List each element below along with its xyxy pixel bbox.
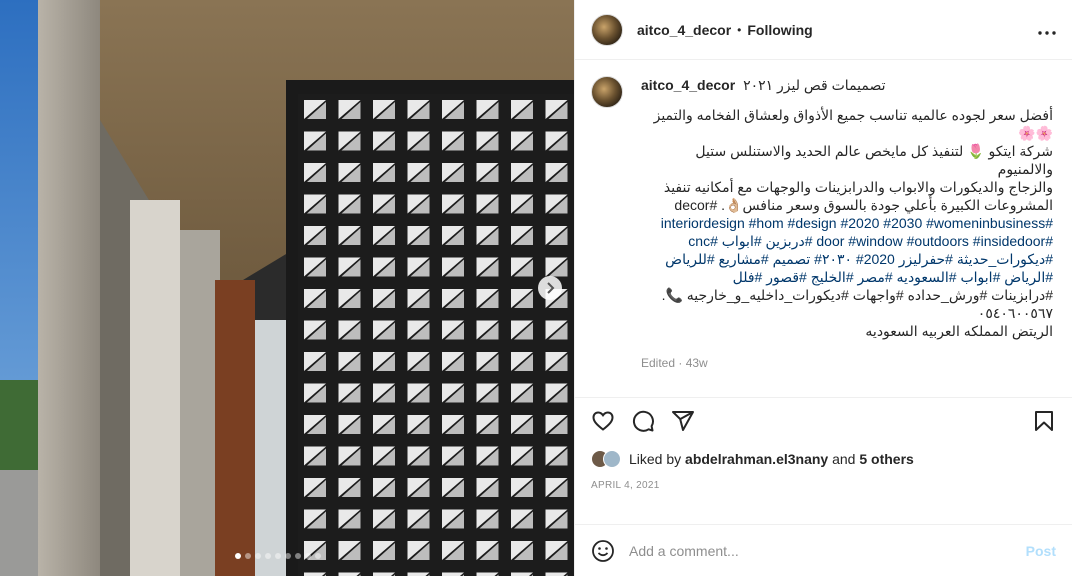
caption-line: شركة ايتكو 🌷 لتنفيذ كل مايخص عالم الحديد… [695,143,1053,177]
likes-summary: Liked by abdelrahman.el3nany and 5 other… [575,444,1072,468]
share-icon [672,411,694,431]
carousel-dot [235,553,241,559]
edited-timestamp: Edited · 43w [641,356,708,370]
comment-button[interactable] [631,409,655,433]
like-button[interactable] [591,409,615,433]
liker-username[interactable]: abdelrahman.el3nany [685,451,828,467]
action-bar [575,398,1072,444]
post-date: APRIL 4, 2021 [591,480,660,491]
caption-line: المشروعات الكبيرة بأعلي جودة بالسوق وسعر… [674,197,1053,213]
comment-form: Post [575,524,1072,576]
post-image[interactable] [0,0,574,576]
chevron-right-icon [547,282,555,294]
comment-icon [632,410,654,432]
more-horizontal-icon [1038,31,1056,35]
caption-section: aitco_4_decor تصميمات قص ليزر ٢٠٢١ أفضل … [575,60,1072,398]
carousel-dot [315,553,321,559]
emoji-icon [592,539,614,562]
header-separator: • [737,22,742,37]
caption-line: ٠٥٤٠٦٠٠٥٦٧ [977,305,1053,321]
carousel-dot [275,553,281,559]
liker-avatars [591,450,621,468]
hashtag-line[interactable]: #door #window #outdoors #insidedoor #درب… [641,232,1053,250]
post-view: aitco_4_decor • Following aitco_4_decor … [0,0,1072,576]
caption-title: تصميمات قص ليزر ٢٠٢١ [743,77,886,93]
carousel-dot [265,553,271,559]
carousel-indicator [235,553,321,559]
carousel-dot [255,553,261,559]
carousel-dot [285,553,291,559]
likes-middle: and [832,451,856,467]
avatar [603,450,621,468]
caption-line: الريتض المملكه العربيه السعوديه [865,323,1053,339]
carousel-dot [245,553,251,559]
heart-icon [592,411,614,431]
carousel-dot [305,553,311,559]
caption-text: aitco_4_decor تصميمات قص ليزر ٢٠٢١ أفضل … [641,76,1056,397]
emoji-button[interactable] [591,539,615,563]
carousel-dot [295,553,301,559]
caption-line: 🌸🌸 [1018,125,1053,141]
likes-others-link[interactable]: 5 others [859,451,913,467]
comment-input[interactable] [629,542,1026,559]
caption-line: والزجاج والديكورات والابواب والدرابزينات… [663,179,1053,195]
hashtag-line[interactable]: #interiordesign #hom #design #2020 #2030… [641,214,1053,232]
caption-header: aitco_4_decor تصميمات قص ليزر ٢٠٢١ [641,76,1056,94]
more-options-button[interactable] [1038,18,1056,41]
likes-prefix: Liked by [629,451,682,467]
post-sidebar: aitco_4_decor • Following aitco_4_decor … [574,0,1072,576]
hashtag-line[interactable]: #الرياض #ابواب #السعوديه #مصر #الخليج #ق… [641,268,1053,286]
next-slide-button[interactable] [538,276,562,300]
share-button[interactable] [671,409,695,433]
avatar[interactable] [591,13,623,46]
building-facade-photo [0,0,574,576]
save-button[interactable] [1032,409,1056,433]
caption-avatar[interactable] [591,76,623,108]
caption-line: #درابزينات #ورش_حداده #واجهات #ديكورات_د… [661,287,1053,303]
bookmark-icon [1035,411,1053,431]
post-header: aitco_4_decor • Following [575,0,1072,60]
caption-username[interactable]: aitco_4_decor [641,77,735,93]
post-comment-button[interactable]: Post [1026,543,1056,559]
following-button[interactable]: Following [747,22,812,38]
hashtag-line[interactable]: #ديكورات_حديثة #حفرليزر 2020# ٢٠٣٠# تصمي… [641,250,1053,268]
header-username[interactable]: aitco_4_decor [637,22,731,38]
caption-line: أفضل سعر لجوده عالميه تناسب جميع الأذواق… [653,107,1053,123]
